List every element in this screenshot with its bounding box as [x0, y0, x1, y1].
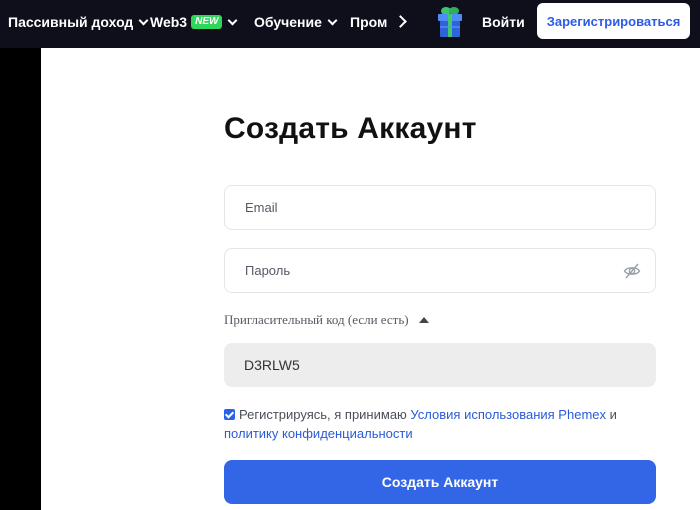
eye-off-icon[interactable]: [623, 262, 641, 280]
nav-learning[interactable]: Обучение: [254, 0, 338, 44]
email-field[interactable]: [224, 185, 656, 230]
login-link[interactable]: Войти: [482, 0, 525, 44]
create-account-button[interactable]: Создать Аккаунт: [224, 460, 656, 504]
nav-passive-income[interactable]: Пассивный доход: [8, 0, 149, 44]
top-navigation: Пассивный доход Web3 NEW Обучение Пром В…: [0, 0, 700, 48]
chevron-down-icon: [227, 15, 238, 25]
terms-and: и: [606, 407, 617, 422]
terms-prefix: Регистрируясь, я принимаю: [239, 407, 411, 422]
invite-code-field[interactable]: D3RLW5: [224, 343, 656, 387]
nav-web3-label: Web3: [150, 14, 188, 30]
nav-passive-income-label: Пассивный доход: [8, 14, 134, 30]
register-button[interactable]: Зарегистрироваться: [537, 3, 690, 39]
invite-code-label: Пригласительный код (если есть): [224, 312, 409, 327]
password-field[interactable]: [224, 248, 656, 293]
chevron-down-icon: [138, 15, 149, 25]
nav-promo-label: Пром: [350, 14, 388, 30]
terms-agreement: Регистрируясь, я принимаю Условия исполь…: [224, 405, 664, 443]
page-title: Создать Аккаунт: [224, 112, 477, 145]
gift-icon[interactable]: [436, 4, 464, 38]
terms-link[interactable]: Условия использования Phemex: [410, 407, 606, 422]
left-strip: [0, 48, 41, 510]
nav-promo[interactable]: Пром: [350, 0, 387, 44]
checkbox-checked-icon[interactable]: [224, 409, 235, 420]
chevron-down-icon: [327, 15, 338, 25]
email-input[interactable]: [245, 200, 605, 215]
caret-up-icon: [418, 317, 429, 323]
invite-code-toggle[interactable]: Пригласительный код (если есть): [224, 312, 429, 328]
nav-learning-label: Обучение: [254, 14, 322, 30]
chevron-right-icon[interactable]: [394, 15, 407, 28]
login-label: Войти: [482, 14, 525, 30]
new-badge: NEW: [191, 15, 223, 29]
nav-web3[interactable]: Web3 NEW: [150, 0, 238, 44]
password-input[interactable]: [245, 263, 605, 278]
invite-code-value: D3RLW5: [244, 357, 300, 373]
privacy-link[interactable]: политику конфиденциальности: [224, 426, 413, 441]
